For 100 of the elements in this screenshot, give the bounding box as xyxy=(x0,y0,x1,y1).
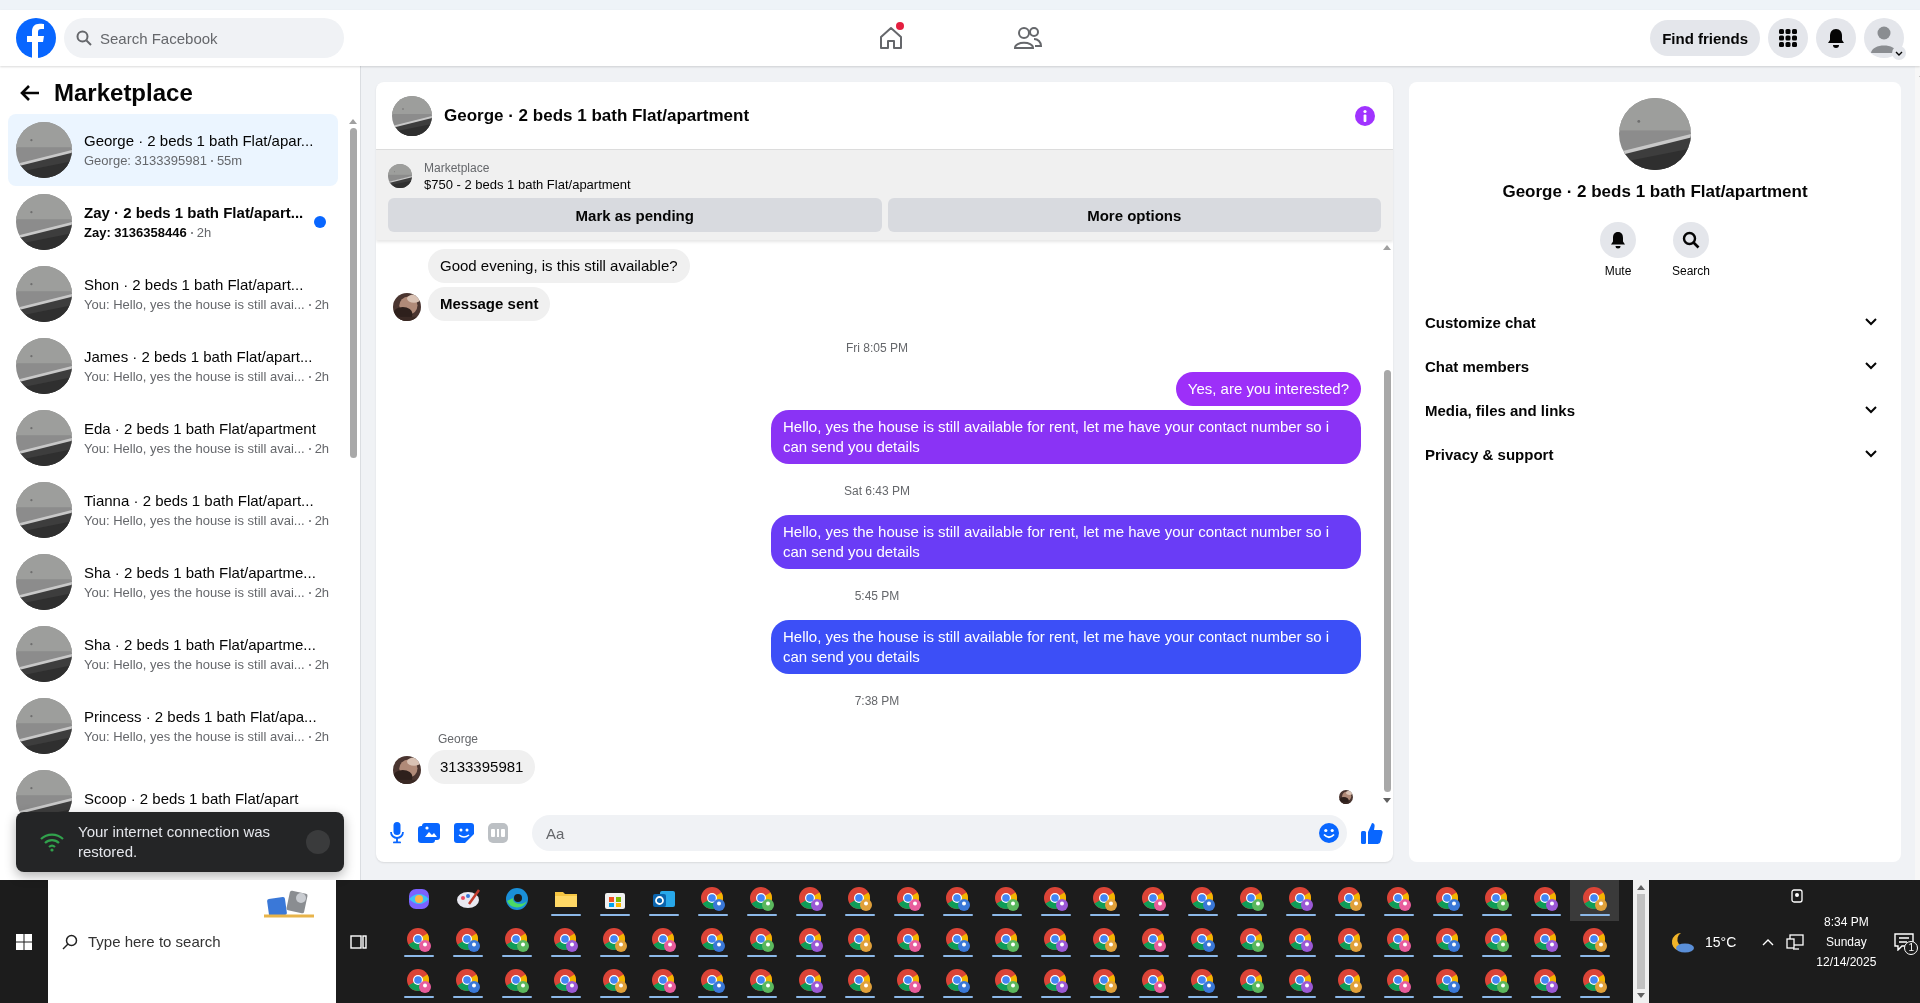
app-logo[interactable] xyxy=(16,18,56,58)
scroll-up-icon[interactable] xyxy=(1383,244,1391,250)
browser-icon xyxy=(993,967,1020,994)
browser-icon xyxy=(1581,926,1608,953)
info-button[interactable] xyxy=(1355,105,1375,126)
message-time: 2h xyxy=(314,369,330,384)
conversation-item[interactable]: George · 2 beds 1 bath Flat/apar... George: 3133395981 55m xyxy=(8,114,338,186)
conversation-item[interactable]: Sha · 2 beds 1 bath Flat/apartme... You: Hello, yes the house is still avai... 2h xyxy=(8,546,338,618)
find-friends-button[interactable]: Find friends xyxy=(1650,20,1760,56)
conversation-item[interactable]: James · 2 beds 1 bath Flat/apart... You: Hello, yes the house is still avai... 2h xyxy=(8,330,338,402)
conversation-item[interactable]: Sha · 2 beds 1 bath Flat/apartme... You: Hello, yes the house is still avai... 2h xyxy=(8,618,338,690)
message-bubble: Good evening, is this still available? xyxy=(428,249,690,283)
conversation-name: Scoop · 2 beds 1 bath Flat/apart xyxy=(84,789,300,807)
message-time: 2h xyxy=(314,657,330,672)
scroll-up-icon[interactable] xyxy=(349,118,357,124)
timestamp: 7:38 PM xyxy=(853,693,901,710)
browser-icon xyxy=(748,967,775,994)
browser-icon xyxy=(650,926,677,953)
message-time: 2h xyxy=(314,729,330,744)
chevron-up-icon[interactable] xyxy=(1762,937,1775,946)
message-time: 2h xyxy=(196,225,212,240)
browser-icon xyxy=(1140,967,1167,994)
action-label: Mute xyxy=(1604,264,1632,278)
message-preview: You: Hello, yes the house is still avai... xyxy=(84,657,305,672)
search-icon xyxy=(76,30,92,46)
task-view-icon xyxy=(350,932,368,951)
conversation-item[interactable]: Tianna · 2 beds 1 bath Flat/apart... You: Hello, yes the house is still avai... 2h xyxy=(8,474,338,546)
browser-icon xyxy=(944,926,971,953)
scrollbar-thumb[interactable] xyxy=(349,128,357,458)
message-preview: You: Hello, yes the house is still avai... xyxy=(84,513,305,528)
conversation-item[interactable]: Zay · 2 beds 1 bath Flat/apart... Zay: 3136358446 2h xyxy=(8,186,338,258)
scroll-up-icon[interactable] xyxy=(1637,884,1645,890)
browser-icon xyxy=(1042,926,1069,953)
message-preview: George: 3133395981 xyxy=(84,153,207,168)
scroll-down-icon[interactable] xyxy=(1383,798,1391,804)
section-header[interactable]: Customize chat xyxy=(1413,300,1889,344)
search-button[interactable] xyxy=(1673,222,1709,258)
section-header[interactable]: Chat members xyxy=(1413,344,1889,388)
emoji-icon[interactable] xyxy=(1319,823,1339,843)
browser-icon xyxy=(650,967,677,994)
listing-action-button[interactable]: More options xyxy=(887,198,1381,232)
listing-action-button[interactable]: Mark as pending xyxy=(388,198,882,232)
browser-icon xyxy=(1483,926,1510,953)
conversation-name: Sha · 2 beds 1 bath Flat/apartme... xyxy=(84,564,317,581)
browser-icon xyxy=(1091,926,1118,953)
chevron-icon xyxy=(1892,46,1906,60)
timestamp: Fri 8:05 PM xyxy=(845,340,909,357)
camera-icon[interactable] xyxy=(1790,888,1805,905)
section-header[interactable]: Media, files and links xyxy=(1413,388,1889,432)
browser-icon xyxy=(1532,885,1559,912)
clock-time: 8:34 PM xyxy=(1823,914,1869,929)
message-input[interactable]: Aa xyxy=(532,815,1347,851)
browser-icon xyxy=(1042,885,1069,912)
friends-icon xyxy=(1014,25,1042,51)
back-arrow-icon xyxy=(20,84,40,102)
message-icon xyxy=(1894,932,1915,951)
conversation-name: Zay · 2 beds 1 bath Flat/apart... xyxy=(84,204,302,221)
notifications-button[interactable] xyxy=(1816,18,1856,58)
microphone-button[interactable] xyxy=(390,822,404,844)
conversation-name: Sha · 2 beds 1 bath Flat/apartme... xyxy=(84,636,317,653)
scroll-down-icon[interactable] xyxy=(1637,993,1645,999)
browser-icon xyxy=(1385,885,1412,912)
browser-icon xyxy=(1042,967,1069,994)
sticker-button[interactable] xyxy=(454,823,474,843)
scrollbar[interactable] xyxy=(1633,880,1649,1003)
browser-icon xyxy=(405,926,432,953)
scrollbar-thumb[interactable] xyxy=(1637,894,1645,989)
scrollbar-thumb[interactable] xyxy=(1383,370,1391,792)
menu-button[interactable] xyxy=(1768,18,1808,58)
browser-icon xyxy=(1238,885,1265,912)
browser-icon xyxy=(1385,967,1412,994)
browser-icon xyxy=(1287,967,1314,994)
account-button[interactable] xyxy=(1864,18,1904,58)
search-icon xyxy=(1682,231,1700,249)
browser-icon xyxy=(1189,967,1216,994)
taskbar-search-field[interactable]: Type here to search xyxy=(48,880,336,1003)
mute-button[interactable] xyxy=(1600,222,1636,258)
browser-icon xyxy=(1581,967,1608,994)
browser-icon xyxy=(1287,885,1314,912)
section-header[interactable]: Privacy & support xyxy=(1413,432,1889,476)
search-field[interactable]: Search Facebook xyxy=(64,18,344,58)
browser-icon xyxy=(454,967,481,994)
browser-icon xyxy=(846,926,873,953)
back-button[interactable] xyxy=(20,84,40,102)
browser-icon xyxy=(1287,926,1314,953)
message-preview: You: Hello, yes the house is still avai... xyxy=(84,585,305,600)
browser-icon xyxy=(1091,967,1118,994)
taskbar-button[interactable] xyxy=(1570,880,1619,921)
conversation-item[interactable]: Princess · 2 beds 1 bath Flat/apa... You: Hello, yes the house is still avai... 2h xyxy=(8,690,338,762)
photo-button[interactable] xyxy=(418,823,440,843)
listing-title: $750 - 2 beds 1 bath Flat/apartment xyxy=(424,176,631,192)
browser-icon xyxy=(1336,885,1363,912)
browser-icon xyxy=(944,885,971,912)
browser-icon xyxy=(846,885,873,912)
conversation-item[interactable]: Eda · 2 beds 1 bath Flat/apartment You: Hello, yes the house is still avai... 2h xyxy=(8,402,338,474)
like-button[interactable] xyxy=(1361,822,1383,844)
notification-center-button[interactable]: 1 xyxy=(1894,932,1915,951)
conversation-item[interactable]: Shon · 2 beds 1 bath Flat/apart... You: Hello, yes the house is still avai... 2h xyxy=(8,258,338,330)
message-time: 2h xyxy=(314,441,330,456)
network-icon[interactable] xyxy=(1786,933,1805,950)
